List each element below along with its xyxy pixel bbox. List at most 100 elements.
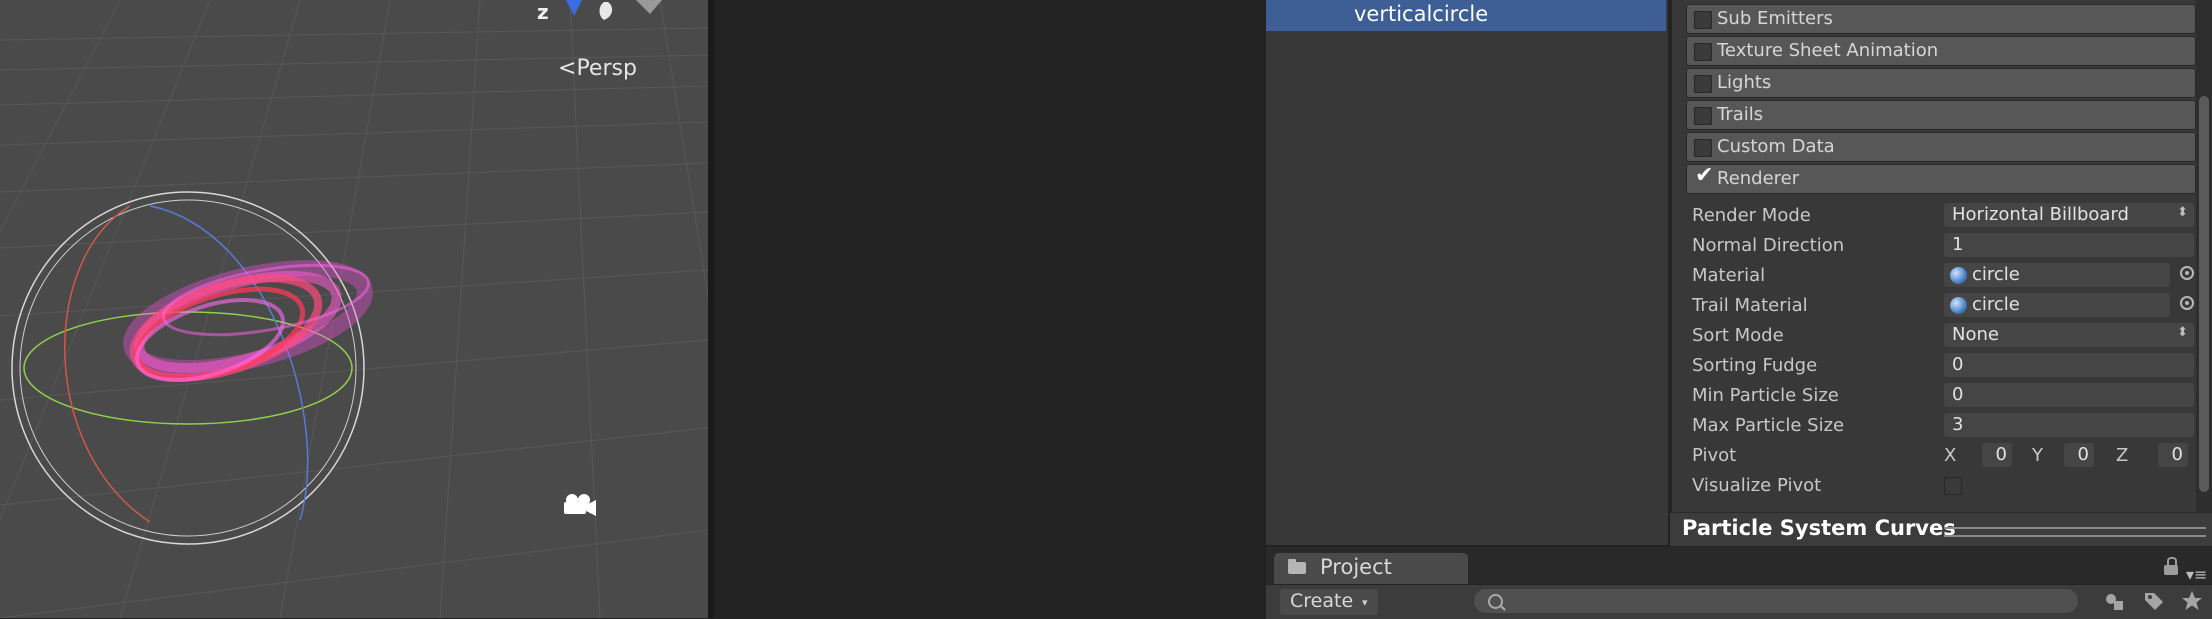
max-particle-size-value: 3 <box>1952 414 1964 435</box>
min-particle-size-label: Min Particle Size <box>1692 385 1839 406</box>
trail-material-label: Trail Material <box>1692 295 1808 316</box>
pivot-z-field[interactable]: 0 <box>2158 443 2188 467</box>
pivot-label: Pivot <box>1692 445 1737 466</box>
sorting-fudge-field[interactable]: 0 <box>1944 353 2194 377</box>
max-particle-size-field[interactable]: 3 <box>1944 413 2194 437</box>
object-picker-icon[interactable] <box>2180 266 2194 280</box>
visualize-pivot-checkbox[interactable] <box>1944 477 1962 495</box>
min-particle-size-value: 0 <box>1952 384 1964 405</box>
module-label: Custom Data <box>1717 136 1835 157</box>
module-renderer[interactable]: ✔ Renderer <box>1686 163 2196 194</box>
module-label: Lights <box>1717 72 1772 93</box>
module-checkbox[interactable] <box>1694 43 1712 61</box>
normal-direction-field[interactable]: 1 <box>1944 233 2194 257</box>
pivot-y-value: 0 <box>2077 444 2089 465</box>
module-texture-sheet-animation[interactable]: Texture Sheet Animation <box>1686 36 2196 66</box>
axis-gizmo[interactable] <box>566 0 662 20</box>
create-button[interactable]: Create ▾ <box>1280 589 1378 615</box>
normal-direction-label: Normal Direction <box>1692 235 1845 256</box>
visualize-pivot-row: Visualize Pivot <box>1692 472 2202 500</box>
render-mode-dropdown[interactable]: Horizontal Billboard ⬍ <box>1944 203 2194 227</box>
normal-direction-value: 1 <box>1952 234 1964 255</box>
tab-project[interactable]: Project <box>1274 553 1468 584</box>
search-icon <box>1488 594 1503 609</box>
module-checkbox[interactable] <box>1694 139 1712 157</box>
inspector-panel[interactable]: Sub Emitters Texture Sheet Animation Lig… <box>1670 0 2212 545</box>
sort-mode-label: Sort Mode <box>1692 325 1784 346</box>
filter-by-label-icon[interactable] <box>2142 589 2166 613</box>
pivot-z-label: Z <box>2116 445 2129 466</box>
module-lights[interactable]: Lights <box>1686 68 2196 98</box>
dropdown-arrow-icon: ⬍ <box>2177 205 2188 220</box>
render-mode-value: Horizontal Billboard <box>1952 204 2129 225</box>
material-value: circle <box>1972 264 2020 285</box>
module-checkbox[interactable] <box>1694 11 1712 29</box>
pivot-y-field[interactable]: 0 <box>2064 443 2094 467</box>
max-particle-size-label: Max Particle Size <box>1692 415 1845 436</box>
gizmo-z-label: z <box>537 0 549 24</box>
scene-view[interactable]: z <Persp <box>0 0 708 618</box>
tab-project-label: Project <box>1320 555 1392 579</box>
material-label: Material <box>1692 265 1766 286</box>
hierarchy-item-label: verticalcircle <box>1354 2 1489 26</box>
sorting-fudge-row: Sorting Fudge 0 <box>1692 352 2202 380</box>
favorites-star-icon[interactable] <box>2180 589 2204 613</box>
lock-icon[interactable] <box>2164 557 2178 575</box>
sort-mode-dropdown[interactable]: None ⬍ <box>1944 323 2194 347</box>
create-label: Create <box>1290 590 1354 612</box>
sorting-fudge-value: 0 <box>1952 354 1964 375</box>
module-checkbox[interactable] <box>1694 75 1712 93</box>
scene-grid <box>0 0 708 618</box>
module-checkbox[interactable] <box>1694 107 1712 125</box>
search-input[interactable] <box>1474 589 2078 613</box>
material-sphere-icon <box>1950 297 1967 314</box>
project-toolbar: Create ▾ <box>1266 584 2212 619</box>
pivot-y-label: Y <box>2032 445 2043 466</box>
pivot-x-value: 0 <box>1995 444 2007 465</box>
module-label: Trails <box>1717 104 1764 125</box>
hierarchy-item-selected[interactable]: verticalcircle <box>1266 0 1666 31</box>
project-panel[interactable]: Project ▾≡ Create ▾ <box>1266 547 2212 619</box>
pivot-x-field[interactable]: 0 <box>1982 443 2012 467</box>
module-trails[interactable]: Trails <box>1686 100 2196 130</box>
particle-curves-title: Particle System Curves <box>1682 516 1956 540</box>
inspector-scrollbar[interactable] <box>2196 0 2212 512</box>
pivot-row: Pivot X 0 Y 0 Z 0 <box>1692 442 2202 470</box>
pivot-x-label: X <box>1944 445 1957 466</box>
min-particle-size-field[interactable]: 0 <box>1944 383 2194 407</box>
visualize-pivot-label: Visualize Pivot <box>1692 475 1822 496</box>
perspective-label: Persp <box>576 56 637 81</box>
dropdown-arrow-icon: ⬍ <box>2177 325 2188 340</box>
particle-curves-header[interactable]: Particle System Curves <box>1670 512 2212 546</box>
checkmark-icon[interactable]: ✔ <box>1695 163 1713 188</box>
normal-direction-row: Normal Direction 1 <box>1692 232 2202 260</box>
perspective-icon: < <box>558 56 577 81</box>
camera-icon <box>564 494 596 516</box>
perspective-toggle[interactable]: <Persp <box>558 56 637 81</box>
object-picker-icon[interactable] <box>2180 296 2194 310</box>
scrollbar-thumb[interactable] <box>2199 96 2209 492</box>
resize-grip[interactable] <box>1944 527 2206 537</box>
max-particle-size-row: Max Particle Size 3 <box>1692 412 2202 440</box>
filter-by-type-icon[interactable] <box>2102 589 2126 613</box>
module-label: Renderer <box>1717 168 1800 189</box>
folder-icon <box>1288 559 1306 574</box>
material-field[interactable]: circle <box>1944 263 2170 287</box>
material-sphere-icon <box>1950 267 1967 284</box>
module-custom-data[interactable]: Custom Data <box>1686 132 2196 162</box>
min-particle-size-row: Min Particle Size 0 <box>1692 382 2202 410</box>
material-row: Material circle <box>1692 262 2202 290</box>
trail-material-row: Trail Material circle <box>1692 292 2202 320</box>
sort-mode-row: Sort Mode None ⬍ <box>1692 322 2202 350</box>
particle-effect <box>123 259 373 382</box>
sort-mode-value: None <box>1952 324 1999 345</box>
sorting-fudge-label: Sorting Fudge <box>1692 355 1818 376</box>
panel-menu-icon[interactable]: ▾≡ <box>2186 565 2207 584</box>
trail-material-field[interactable]: circle <box>1944 293 2170 317</box>
render-mode-row: Render Mode Horizontal Billboard ⬍ <box>1692 202 2202 230</box>
game-view[interactable] <box>714 0 1264 618</box>
module-sub-emitters[interactable]: Sub Emitters <box>1686 4 2196 34</box>
module-label: Texture Sheet Animation <box>1717 40 1939 61</box>
module-label: Sub Emitters <box>1717 8 1833 29</box>
hierarchy-panel[interactable]: verticalcircle <box>1266 0 1668 545</box>
